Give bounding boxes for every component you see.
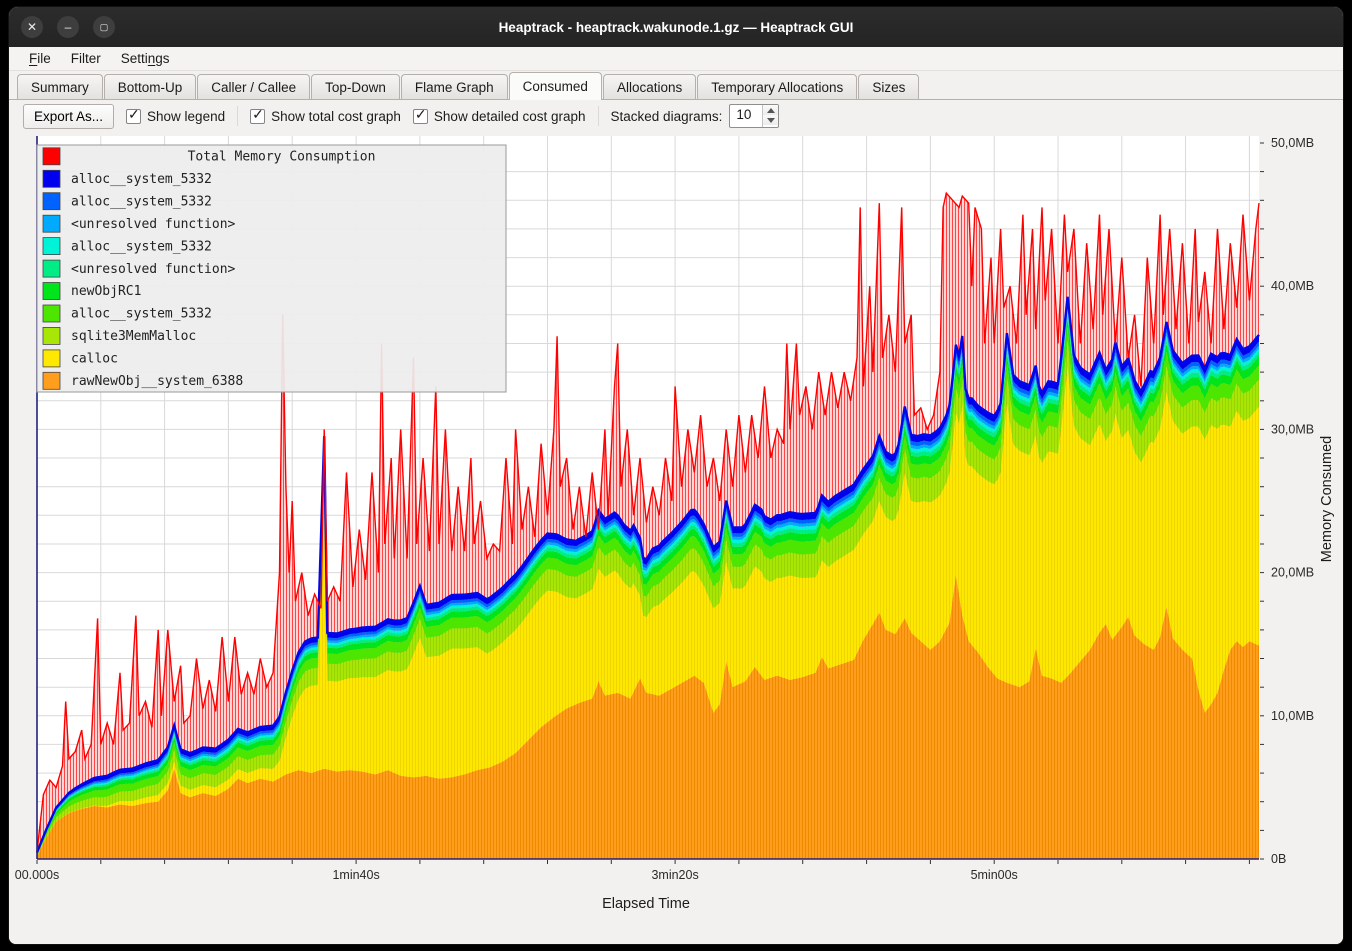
chart-legend: Total Memory Consumption alloc__system_53… xyxy=(37,145,506,392)
checkbox-label: Show total cost graph xyxy=(271,109,401,124)
legend-swatch xyxy=(43,305,60,322)
titlebar: ✕ – ▢ Heaptrack - heaptrack.wakunode.1.g… xyxy=(9,7,1343,47)
tab-allocations[interactable]: Allocations xyxy=(603,74,696,100)
window-title: Heaptrack - heaptrack.wakunode.1.gz — He… xyxy=(9,20,1343,35)
show-total-cost-checkbox[interactable]: ✓ Show total cost graph xyxy=(250,109,401,124)
menu-filter[interactable]: Filter xyxy=(61,49,111,68)
legend-swatch xyxy=(43,372,60,389)
legend-swatch xyxy=(43,260,60,277)
legend-label: <unresolved function> xyxy=(71,262,236,277)
y-tick-label: 0B xyxy=(1271,852,1286,866)
y-tick-label: 40,0MB xyxy=(1271,279,1314,293)
legend-label: alloc__system_5332 xyxy=(71,307,212,322)
show-detailed-cost-checkbox[interactable]: ✓ Show detailed cost graph xyxy=(413,109,586,124)
maximize-button[interactable]: ▢ xyxy=(93,16,115,38)
y-tick-label: 20,0MB xyxy=(1271,566,1314,580)
tab-flame-graph[interactable]: Flame Graph xyxy=(401,74,508,100)
window-controls: ✕ – ▢ xyxy=(21,16,115,38)
spinner-buttons xyxy=(762,105,778,127)
tabbar: Summary Bottom-Up Caller / Callee Top-Do… xyxy=(9,71,1343,100)
toolbar-separator xyxy=(237,106,238,126)
legend-swatch xyxy=(43,327,60,344)
y-tick-label: 50,0MB xyxy=(1271,136,1314,150)
x-tick-label: 00.000s xyxy=(15,868,59,882)
legend-label: sqlite3MemMalloc xyxy=(71,329,196,344)
minimize-icon: – xyxy=(65,21,72,33)
check-icon: ✓ xyxy=(252,106,264,123)
menu-file[interactable]: File xyxy=(19,49,61,68)
x-axis-title: Elapsed Time xyxy=(602,896,690,912)
maximize-icon: ▢ xyxy=(100,23,109,32)
menubar: File Filter Settings xyxy=(9,47,1343,71)
tab-consumed[interactable]: Consumed xyxy=(509,72,602,100)
legend-swatch xyxy=(43,170,60,187)
legend-label: rawNewObj__system_6388 xyxy=(71,374,243,389)
tab-bottom-up[interactable]: Bottom-Up xyxy=(104,74,197,100)
desktop: { "window": { "title": "Heaptrack - heap… xyxy=(0,0,1352,951)
legend-label: alloc__system_5332 xyxy=(71,194,212,209)
legend-label: Total Memory Consumption xyxy=(188,150,376,165)
legend-swatch xyxy=(43,148,60,165)
checkbox-box: ✓ xyxy=(250,109,265,124)
menu-settings[interactable]: Settings xyxy=(111,49,180,68)
close-button[interactable]: ✕ xyxy=(21,16,43,38)
x-tick-label: 1min40s xyxy=(332,868,379,882)
toolbar-separator xyxy=(598,106,599,126)
minimize-button[interactable]: – xyxy=(57,16,79,38)
y-tick-label: 10,0MB xyxy=(1271,709,1314,723)
tab-summary[interactable]: Summary xyxy=(17,74,103,100)
y-axis-title: Memory Consumed xyxy=(1319,436,1335,563)
checkbox-box: ✓ xyxy=(126,109,141,124)
checkbox-label: Show legend xyxy=(147,109,225,124)
y-tick-labels: 0B 10,0MB 20,0MB 30,0MB 40,0MB 50,0MB xyxy=(1271,136,1314,866)
y-tick-label: 30,0MB xyxy=(1271,422,1314,436)
legend-label: alloc__system_5332 xyxy=(71,172,212,187)
tab-temporary-allocations[interactable]: Temporary Allocations xyxy=(697,74,857,100)
legend-label: <unresolved function> xyxy=(71,217,236,232)
tab-caller-callee[interactable]: Caller / Callee xyxy=(197,74,310,100)
tab-top-down[interactable]: Top-Down xyxy=(311,74,400,100)
x-tick-labels: 00.000s 1min40s 3min20s 5min00s xyxy=(15,868,1018,882)
app-window: ✕ – ▢ Heaptrack - heaptrack.wakunode.1.g… xyxy=(8,6,1344,945)
stacked-diagrams-value[interactable]: 10 xyxy=(730,105,762,127)
spinner-down-icon[interactable] xyxy=(763,115,778,125)
chart-area: 00.000s 1min40s 3min20s 5min00s 0B 10,0MB 20,0… xyxy=(9,132,1343,945)
legend-swatch xyxy=(43,350,60,367)
check-icon: ✓ xyxy=(128,106,140,123)
stacked-diagrams-spinbox[interactable]: 10 xyxy=(729,104,779,128)
x-tick-label: 3min20s xyxy=(651,868,698,882)
x-tick-label: 5min00s xyxy=(971,868,1018,882)
toolbar: Export As... ✓ Show legend ✓ Show total … xyxy=(9,100,1343,132)
legend-label: alloc__system_5332 xyxy=(71,239,212,254)
stacked-diagrams-label: Stacked diagrams: xyxy=(611,109,723,124)
legend-label: calloc xyxy=(71,352,118,367)
export-as-button[interactable]: Export As... xyxy=(23,104,114,129)
close-icon: ✕ xyxy=(27,21,37,33)
check-icon: ✓ xyxy=(415,106,427,123)
legend-label: newObjRC1 xyxy=(71,284,141,299)
spinner-up-icon[interactable] xyxy=(763,105,778,115)
checkbox-box: ✓ xyxy=(413,109,428,124)
legend-swatch xyxy=(43,193,60,210)
checkbox-label: Show detailed cost graph xyxy=(434,109,586,124)
legend-swatch xyxy=(43,215,60,232)
tab-sizes[interactable]: Sizes xyxy=(858,74,919,100)
show-legend-checkbox[interactable]: ✓ Show legend xyxy=(126,109,225,124)
memory-consumption-chart[interactable]: 00.000s 1min40s 3min20s 5min00s 0B 10,0MB 20,0… xyxy=(9,132,1344,945)
legend-swatch xyxy=(43,283,60,300)
legend-swatch xyxy=(43,238,60,255)
stacked-diagrams-control: Stacked diagrams: 10 xyxy=(611,104,780,128)
